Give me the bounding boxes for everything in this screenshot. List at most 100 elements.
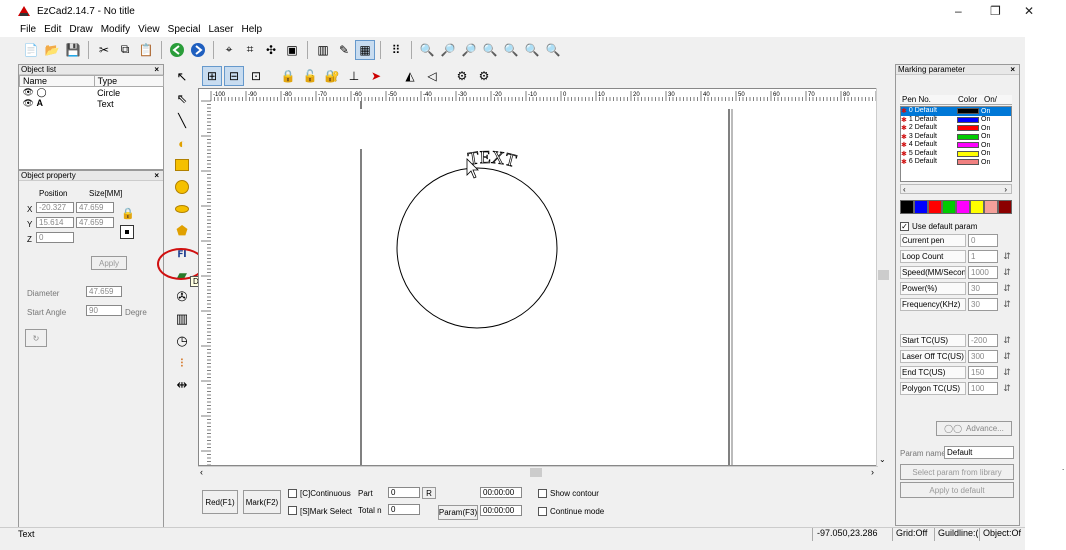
close-icon[interactable]: × [154, 171, 159, 181]
spin-arrows-icon[interactable]: ⇵ [1001, 266, 1013, 279]
eye-icon[interactable]: 👁 [23, 98, 34, 108]
red-button[interactable]: Red(F1) [202, 490, 238, 514]
cut-icon[interactable]: ✂ [94, 40, 114, 60]
scroll-right-arrow-icon[interactable]: › [871, 467, 874, 477]
mark-button[interactable]: Mark(F2) [243, 490, 281, 514]
pen-row[interactable]: ✱ 5 Default On [901, 150, 1011, 159]
pen-color[interactable] [957, 125, 979, 132]
rotate-icon[interactable]: ↻ [25, 329, 47, 347]
param-value-field[interactable]: 30 [968, 298, 998, 311]
zoom-out-icon[interactable]: 🔍 [480, 40, 500, 60]
color-swatch[interactable] [928, 200, 942, 214]
pen-row[interactable]: ✱ 3 Default On [901, 133, 1011, 142]
mirror-vertical-icon[interactable]: ◁ [422, 66, 442, 86]
pen-onoff[interactable]: On [979, 150, 993, 157]
distribute-icon[interactable]: ✣ [261, 40, 281, 60]
guideline-status[interactable]: Guildline:( [934, 528, 978, 541]
pen-color[interactable] [957, 150, 979, 157]
open-folder-icon[interactable]: 📂 [42, 40, 62, 60]
curve-edit-icon[interactable]: ✎ [334, 40, 354, 60]
pen-number-column[interactable]: Pen No. [900, 95, 958, 104]
copy-icon[interactable]: ⧉ [115, 40, 135, 60]
pen-onoff[interactable]: On [979, 108, 993, 115]
color-swatch[interactable] [998, 200, 1012, 214]
spin-arrows-icon[interactable]: ⇵ [1001, 298, 1013, 311]
table-row[interactable]: 👁 ◯ Circle [20, 87, 164, 99]
y-position-field[interactable]: 15.614 [36, 217, 74, 228]
spin-arrows-icon[interactable]: ⇵ [1001, 350, 1013, 363]
hatch-icon[interactable]: ▥ [313, 40, 333, 60]
show-contour-checkbox[interactable] [538, 489, 547, 498]
zoom-in-icon[interactable]: 🔎 [438, 40, 458, 60]
zoom-object-icon[interactable]: 🔍 [522, 40, 542, 60]
pen-row[interactable]: ✱ 0 Default On [901, 107, 1011, 116]
gear-icon[interactable]: ⚙ [452, 66, 472, 86]
color-swatch[interactable] [942, 200, 956, 214]
menu-laser[interactable]: Laser [204, 22, 237, 37]
snap-grid-icon[interactable]: ⊞ [202, 66, 222, 86]
io-signal-icon[interactable]: ⁝ [170, 352, 194, 374]
group-icon[interactable]: ▣ [282, 40, 302, 60]
lock-icon[interactable]: 🔒 [121, 207, 135, 220]
color-swatch[interactable] [914, 200, 928, 214]
zoom-all-icon[interactable]: 🔍 [501, 40, 521, 60]
z-position-field[interactable]: 0 [36, 232, 74, 243]
unlock-object-icon[interactable]: 🔓 [300, 66, 320, 86]
horizontal-scroll-thumb[interactable] [530, 468, 542, 477]
pen-color[interactable] [957, 159, 979, 166]
color-swatch[interactable] [970, 200, 984, 214]
start-angle-field[interactable]: 90 [86, 305, 122, 316]
y-size-field[interactable]: 47.659 [76, 217, 114, 228]
apply-button[interactable]: Apply [91, 256, 127, 270]
continuous-checkbox[interactable] [288, 489, 297, 498]
barcode-icon[interactable]: ▥ [170, 308, 194, 330]
spin-arrows-icon[interactable]: ⇵ [1001, 382, 1013, 395]
apply-to-default-button[interactable]: Apply to default [900, 482, 1014, 498]
grid-status[interactable]: Grid:Off [892, 528, 932, 541]
param-value-field[interactable]: 1 [968, 250, 998, 263]
column-name[interactable]: Name [19, 75, 95, 87]
object-snap-status[interactable]: Object:Of [979, 528, 1023, 541]
pen-color[interactable] [957, 142, 979, 149]
total-field[interactable]: 0 [388, 504, 420, 515]
align-icon[interactable]: ⊥ [344, 66, 364, 86]
spin-arrows-icon[interactable]: ⇵ [1001, 250, 1013, 263]
snap-guide-icon[interactable]: ⊟ [224, 66, 244, 86]
timer-icon[interactable]: ◷ [170, 330, 194, 352]
param-name-field[interactable]: Default [944, 446, 1014, 459]
maximize-button[interactable]: ❐ [990, 4, 1001, 18]
curve-icon[interactable]: ◐ [170, 132, 194, 154]
menu-modify[interactable]: Modify [97, 22, 134, 37]
grid-icon[interactable]: ▦ [355, 39, 375, 60]
eye-icon[interactable]: 👁 [23, 87, 34, 97]
param-value-field[interactable]: -200 [968, 334, 998, 347]
param-value-field[interactable]: 300 [968, 350, 998, 363]
param-value-field[interactable]: 150 [968, 366, 998, 379]
mark-select-checkbox[interactable] [288, 506, 297, 515]
snap-object-icon[interactable]: ⊡ [246, 66, 266, 86]
spin-arrows-icon[interactable]: ⇵ [1001, 366, 1013, 379]
param-value-field[interactable]: 1000 [968, 266, 998, 279]
zoom-fit-icon[interactable]: 🔍 [543, 40, 563, 60]
menu-draw[interactable]: Draw [65, 22, 96, 37]
color-column[interactable]: Color [958, 95, 984, 104]
close-icon[interactable]: × [154, 65, 159, 75]
menu-special[interactable]: Special [164, 22, 205, 37]
extend-axis-icon[interactable]: ⇹ [170, 374, 194, 396]
vertical-scrollbar[interactable]: ⌄ [876, 88, 890, 466]
pen-row[interactable]: ✱ 1 Default On [901, 116, 1011, 125]
param-value-field[interactable]: 30 [968, 282, 998, 295]
onoff-column[interactable]: On/ [984, 95, 1004, 104]
x-size-field[interactable]: 47.659 [76, 202, 114, 213]
horizontal-scrollbar[interactable]: ‹ › [198, 466, 878, 478]
spin-arrows-icon[interactable]: ⇵ [1001, 334, 1013, 347]
pen-onoff[interactable]: On [979, 116, 993, 123]
continue-mode-checkbox[interactable] [538, 507, 547, 516]
node-edit-icon[interactable]: ⌖ [219, 40, 239, 60]
x-position-field[interactable]: -20.327 [36, 202, 74, 213]
new-file-icon[interactable]: 📄 [21, 40, 41, 60]
array-icon[interactable]: ⠿ [386, 40, 406, 60]
scroll-left-arrow-icon[interactable]: ‹ [200, 467, 203, 477]
pen-color[interactable] [957, 133, 979, 140]
undo-icon[interactable] [167, 40, 187, 60]
